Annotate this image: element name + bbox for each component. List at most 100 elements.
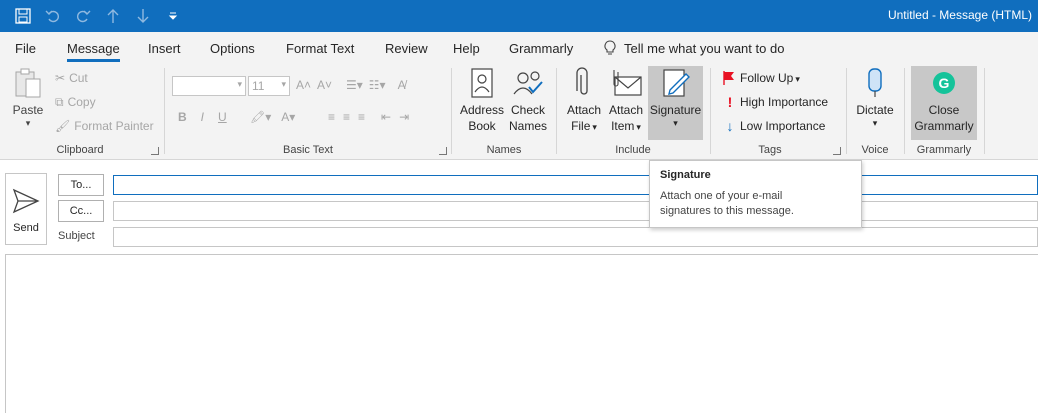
tags-launcher-icon[interactable] xyxy=(833,147,841,155)
redo-icon[interactable] xyxy=(70,6,96,26)
tooltip-title: Signature xyxy=(660,169,711,181)
tooltip-description-1: Attach one of your e-mail xyxy=(660,190,783,202)
to-button[interactable]: To... xyxy=(58,174,104,196)
customize-icon[interactable] xyxy=(160,6,186,26)
separator xyxy=(904,68,905,154)
follow-up-label: Follow Up xyxy=(740,71,800,85)
paste-label: Paste xyxy=(12,103,44,117)
cut-button[interactable]: ✂ Cut xyxy=(55,68,88,88)
include-group-label: Include xyxy=(615,144,651,156)
send-label: Send xyxy=(13,222,39,234)
high-importance-button[interactable]: ! High Importance xyxy=(724,92,828,112)
tab-format-text[interactable]: Format Text xyxy=(286,41,354,56)
increase-indent-icon[interactable]: ⇥ xyxy=(399,110,409,124)
grow-font-icon[interactable]: A˄ xyxy=(296,78,311,92)
bullets-icon[interactable]: ☰▾ xyxy=(346,78,363,92)
attach-item-button[interactable]: Attach Item xyxy=(606,66,646,135)
tab-grammarly[interactable]: Grammarly xyxy=(509,41,573,56)
tab-review[interactable]: Review xyxy=(385,41,428,56)
clear-formatting-icon[interactable]: A̸ xyxy=(398,78,406,92)
cut-label: Cut xyxy=(69,71,88,85)
font-color-icon[interactable]: A▾ xyxy=(281,110,295,124)
paperclip-icon xyxy=(567,66,601,100)
chevron-down-icon: ▾ xyxy=(237,79,242,89)
color-buttons: 🖍▾ A▾ xyxy=(250,110,295,124)
up-arrow-icon[interactable] xyxy=(100,6,126,26)
clipboard-launcher-icon[interactable] xyxy=(151,147,159,155)
tab-options[interactable]: Options xyxy=(210,41,255,56)
close-grammarly-label-1: Close xyxy=(928,103,960,117)
format-painter-button[interactable]: 🖌 Format Painter xyxy=(55,116,154,136)
to-field[interactable] xyxy=(113,175,1038,195)
basic-text-group-label: Basic Text xyxy=(283,144,333,156)
decrease-indent-icon[interactable]: ⇤ xyxy=(381,110,391,124)
chevron-down-icon: ▾ xyxy=(281,79,286,89)
window-title: Untitled - Message (HTML) xyxy=(887,8,1032,22)
save-icon[interactable] xyxy=(10,6,36,26)
high-importance-label: High Importance xyxy=(740,95,829,109)
chevron-down-icon: ▾ xyxy=(872,118,878,128)
check-names-label-2: Names xyxy=(508,119,547,133)
tab-help[interactable]: Help xyxy=(453,41,480,56)
send-icon xyxy=(12,188,40,214)
subject-label: Subject xyxy=(58,230,95,242)
check-names-icon xyxy=(511,66,545,100)
title-bar: Untitled - Message (HTML) xyxy=(0,0,1038,32)
tell-me-search[interactable]: Tell me what you want to do xyxy=(604,40,784,56)
menu-bar: File Message Insert Options Format Text … xyxy=(0,32,1038,62)
address-book-label-2: Book xyxy=(468,119,496,133)
exclamation-icon: ! xyxy=(727,94,733,110)
signature-icon xyxy=(659,66,693,100)
clipboard-group-label: Clipboard xyxy=(56,144,104,156)
brush-icon: 🖌 xyxy=(55,119,71,133)
font-name-combo[interactable]: ▾ xyxy=(172,76,246,96)
message-body[interactable] xyxy=(5,254,1038,413)
font-size-combo[interactable]: 11 ▾ xyxy=(248,76,290,96)
check-names-button[interactable]: Check Names xyxy=(506,66,550,134)
close-grammarly-button[interactable]: G Close Grammarly xyxy=(911,66,977,140)
address-book-label-1: Address xyxy=(459,103,505,117)
attach-file-label-2: File xyxy=(571,118,597,135)
subject-field[interactable] xyxy=(113,227,1038,247)
down-arrow-icon[interactable] xyxy=(130,6,156,26)
paste-button[interactable]: Paste ▾ xyxy=(12,66,44,128)
low-importance-button[interactable]: ↓ Low Importance xyxy=(724,116,826,136)
names-group-label: Names xyxy=(486,144,522,156)
list-buttons: ☰▾ ☷▾ A̸ xyxy=(346,78,406,92)
italic-button[interactable]: I xyxy=(201,110,204,124)
font-size-value: 11 xyxy=(252,79,265,93)
follow-up-button[interactable]: Follow Up xyxy=(722,68,800,88)
envelope-icon xyxy=(609,66,643,100)
highlight-icon[interactable]: 🖍▾ xyxy=(250,110,271,124)
tab-insert[interactable]: Insert xyxy=(148,41,181,56)
underline-button[interactable]: U xyxy=(218,110,227,124)
address-book-button[interactable]: Address Book xyxy=(458,66,506,134)
signature-tooltip: Signature Attach one of your e-mail sign… xyxy=(649,160,862,228)
chevron-down-icon: ▾ xyxy=(25,118,31,128)
align-left-icon[interactable]: ≡ xyxy=(328,110,335,124)
down-arrow-icon: ↓ xyxy=(726,118,734,134)
compose-area: Send To... Cc... Subject xyxy=(0,161,1038,413)
send-button[interactable]: Send xyxy=(5,173,47,245)
tab-message[interactable]: Message xyxy=(67,41,120,62)
close-grammarly-label-2: Grammarly xyxy=(914,119,974,133)
signature-button[interactable]: Signature ▾ xyxy=(648,66,703,140)
basic-text-launcher-icon[interactable] xyxy=(439,147,447,155)
cc-button[interactable]: Cc... xyxy=(58,200,104,222)
tags-group-label: Tags xyxy=(758,144,782,156)
format-painter-label: Format Painter xyxy=(74,119,154,133)
cc-field[interactable] xyxy=(113,201,1038,221)
bold-button[interactable]: B xyxy=(178,110,187,124)
attach-file-button[interactable]: Attach File xyxy=(564,66,604,135)
align-right-icon[interactable]: ≡ xyxy=(358,110,365,124)
copy-button[interactable]: ⧉ Copy xyxy=(55,92,96,112)
numbering-icon[interactable]: ☷▾ xyxy=(369,78,386,92)
align-buttons: ≡ ≡ ≡ ⇤ ⇥ xyxy=(328,110,409,124)
undo-icon[interactable] xyxy=(40,6,66,26)
dictate-button[interactable]: Dictate ▾ xyxy=(852,66,898,128)
dictate-label: Dictate xyxy=(856,103,894,117)
tab-file[interactable]: File xyxy=(15,41,36,56)
ribbon: Paste ▾ ✂ Cut ⧉ Copy 🖌 Format Painter Cl… xyxy=(0,62,1038,160)
align-center-icon[interactable]: ≡ xyxy=(343,110,350,124)
shrink-font-icon[interactable]: A˅ xyxy=(317,78,332,92)
